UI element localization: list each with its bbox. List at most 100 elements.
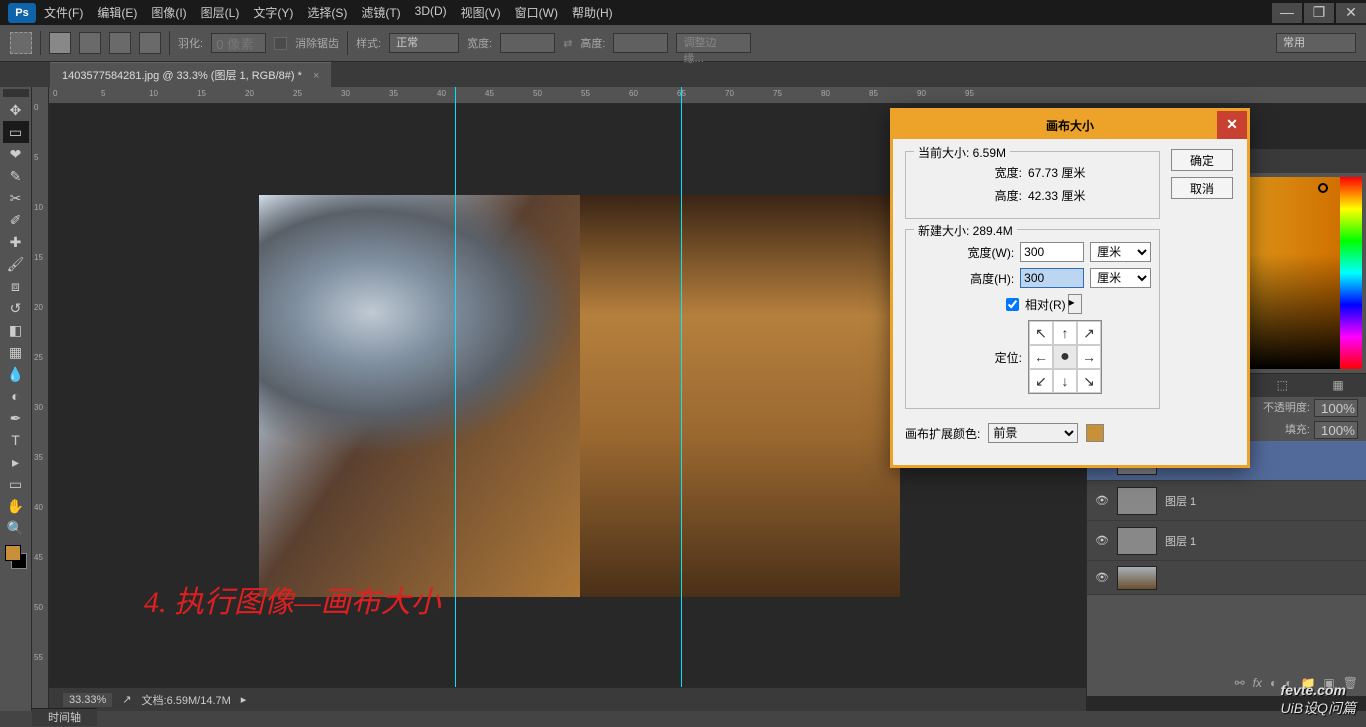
antialias-checkbox[interactable]	[274, 37, 287, 50]
anchor-grid[interactable]: ↖ ↑ ↗ ← ● → ↙ ↓ ↘	[1028, 320, 1102, 394]
stamp-tool[interactable]: ⧈	[3, 275, 29, 297]
hand-tool[interactable]: ✋	[3, 495, 29, 517]
window-close[interactable]: ✕	[1336, 3, 1366, 23]
refine-edge-button[interactable]: 调整边缘...	[676, 33, 751, 53]
shape-tool[interactable]: ▭	[3, 473, 29, 495]
relative-checkbox[interactable]	[1006, 298, 1019, 311]
window-maximize[interactable]: ❐	[1304, 3, 1334, 23]
anchor-n[interactable]: ↑	[1053, 321, 1077, 345]
history-brush-tool[interactable]: ↺	[3, 297, 29, 319]
layer-fx-icon[interactable]: fx	[1253, 676, 1262, 690]
layer-row[interactable]: 👁 图层 1	[1087, 521, 1366, 561]
guide-vertical-1[interactable]	[455, 87, 456, 711]
document-tab[interactable]: 1403577584281.jpg @ 33.3% (图层 1, RGB/8#)…	[50, 62, 331, 87]
relative-flyout-icon[interactable]: ▸	[1068, 294, 1082, 314]
extension-color-select[interactable]: 前景	[988, 423, 1078, 443]
selection-intersect-icon[interactable]	[139, 32, 161, 54]
document-tab-close-icon[interactable]: ×	[313, 70, 319, 82]
layer-row[interactable]: 👁	[1087, 561, 1366, 595]
toolbox-grip[interactable]	[3, 89, 29, 97]
eraser-tool[interactable]: ◧	[3, 319, 29, 341]
anchor-se[interactable]: ↘	[1077, 369, 1101, 393]
zoom-tool[interactable]: 🔍	[3, 517, 29, 539]
visibility-icon[interactable]: 👁	[1095, 534, 1109, 548]
menu-image[interactable]: 图像(I)	[151, 4, 186, 21]
menu-layer[interactable]: 图层(L)	[201, 4, 240, 21]
anchor-s[interactable]: ↓	[1053, 369, 1077, 393]
pen-tool[interactable]: ✒	[3, 407, 29, 429]
feather-input[interactable]	[211, 33, 266, 53]
ok-button[interactable]: 确定	[1171, 149, 1233, 171]
selection-add-icon[interactable]	[79, 32, 101, 54]
color-swatches[interactable]	[3, 543, 29, 571]
layer-name[interactable]: 图层 1	[1165, 533, 1196, 549]
tool-preset-icon[interactable]	[10, 32, 32, 54]
move-tool[interactable]: ✥	[3, 99, 29, 121]
dialog-close-button[interactable]: ✕	[1217, 111, 1247, 139]
styles-icon[interactable]: ▦	[1330, 378, 1346, 394]
transform-icon[interactable]: ⬚	[1274, 378, 1290, 394]
visibility-icon[interactable]: 👁	[1095, 571, 1109, 585]
link-icon[interactable]: ⇄	[563, 37, 572, 50]
anchor-sw[interactable]: ↙	[1029, 369, 1053, 393]
brush-tool[interactable]: 🖌	[3, 253, 29, 275]
workspace-select[interactable]: 常用	[1276, 33, 1356, 53]
anchor-e[interactable]: →	[1077, 345, 1101, 369]
type-tool[interactable]: T	[3, 429, 29, 451]
cancel-button[interactable]: 取消	[1171, 177, 1233, 199]
opacity-input[interactable]	[1314, 399, 1358, 417]
new-height-input[interactable]	[1020, 268, 1084, 288]
healing-tool[interactable]: ✚	[3, 231, 29, 253]
selection-new-icon[interactable]	[49, 32, 71, 54]
path-select-tool[interactable]: ▸	[3, 451, 29, 473]
height-input[interactable]	[613, 33, 668, 53]
hue-slider[interactable]	[1340, 177, 1362, 369]
document-image[interactable]	[259, 195, 900, 597]
gradient-tool[interactable]: ▦	[3, 341, 29, 363]
zoom-level[interactable]: 33.33%	[63, 693, 112, 707]
menu-3d[interactable]: 3D(D)	[415, 4, 447, 21]
width-input[interactable]	[500, 33, 555, 53]
ruler-vertical[interactable]: 0 5 10 15 20 25 30 35 40 45 50 55	[32, 87, 49, 711]
lasso-tool[interactable]: ❤	[3, 143, 29, 165]
menu-help[interactable]: 帮助(H)	[572, 4, 613, 21]
width-unit-select[interactable]: 厘米	[1090, 242, 1151, 262]
dodge-tool[interactable]: ◐	[3, 385, 29, 407]
fill-input[interactable]	[1314, 421, 1358, 439]
layer-mask-icon[interactable]: ◐	[1270, 676, 1277, 690]
menu-window[interactable]: 窗口(W)	[515, 4, 558, 21]
layer-name[interactable]: 图层 1	[1165, 493, 1196, 509]
anchor-nw[interactable]: ↖	[1029, 321, 1053, 345]
anchor-w[interactable]: ←	[1029, 345, 1053, 369]
menu-select[interactable]: 选择(S)	[307, 4, 347, 21]
status-arrow-icon[interactable]: ↗	[122, 693, 131, 706]
layer-thumbnail[interactable]	[1117, 487, 1157, 515]
ruler-horizontal[interactable]: 0 5 10 15 20 25 30 35 40 45 50 55 60 65 …	[49, 87, 1366, 104]
style-select[interactable]: 正常	[389, 33, 459, 53]
menu-filter[interactable]: 滤镜(T)	[361, 4, 400, 21]
anchor-center[interactable]: ●	[1053, 345, 1077, 369]
blur-tool[interactable]: 💧	[3, 363, 29, 385]
timeline-tab[interactable]: 时间轴	[48, 712, 81, 724]
menu-type[interactable]: 文字(Y)	[253, 4, 293, 21]
anchor-ne[interactable]: ↗	[1077, 321, 1101, 345]
eyedropper-tool[interactable]: ✐	[3, 209, 29, 231]
layer-thumbnail[interactable]	[1117, 527, 1157, 555]
guide-vertical-2[interactable]	[681, 87, 682, 711]
menu-file[interactable]: 文件(F)	[44, 4, 83, 21]
new-width-input[interactable]	[1020, 242, 1084, 262]
visibility-icon[interactable]: 👁	[1095, 494, 1109, 508]
layer-thumbnail[interactable]	[1117, 566, 1157, 590]
quick-select-tool[interactable]: ✎	[3, 165, 29, 187]
link-layers-icon[interactable]: ⚯	[1235, 676, 1245, 690]
status-caret-icon[interactable]: ▸	[241, 693, 247, 706]
window-minimize[interactable]: —	[1272, 3, 1302, 23]
menu-view[interactable]: 视图(V)	[461, 4, 501, 21]
height-unit-select[interactable]: 厘米	[1090, 268, 1151, 288]
crop-tool[interactable]: ✂	[3, 187, 29, 209]
selection-subtract-icon[interactable]	[109, 32, 131, 54]
extension-color-swatch[interactable]	[1086, 424, 1104, 442]
foreground-swatch[interactable]	[5, 545, 21, 561]
layer-row[interactable]: 👁 图层 1	[1087, 481, 1366, 521]
menu-edit[interactable]: 编辑(E)	[97, 4, 137, 21]
